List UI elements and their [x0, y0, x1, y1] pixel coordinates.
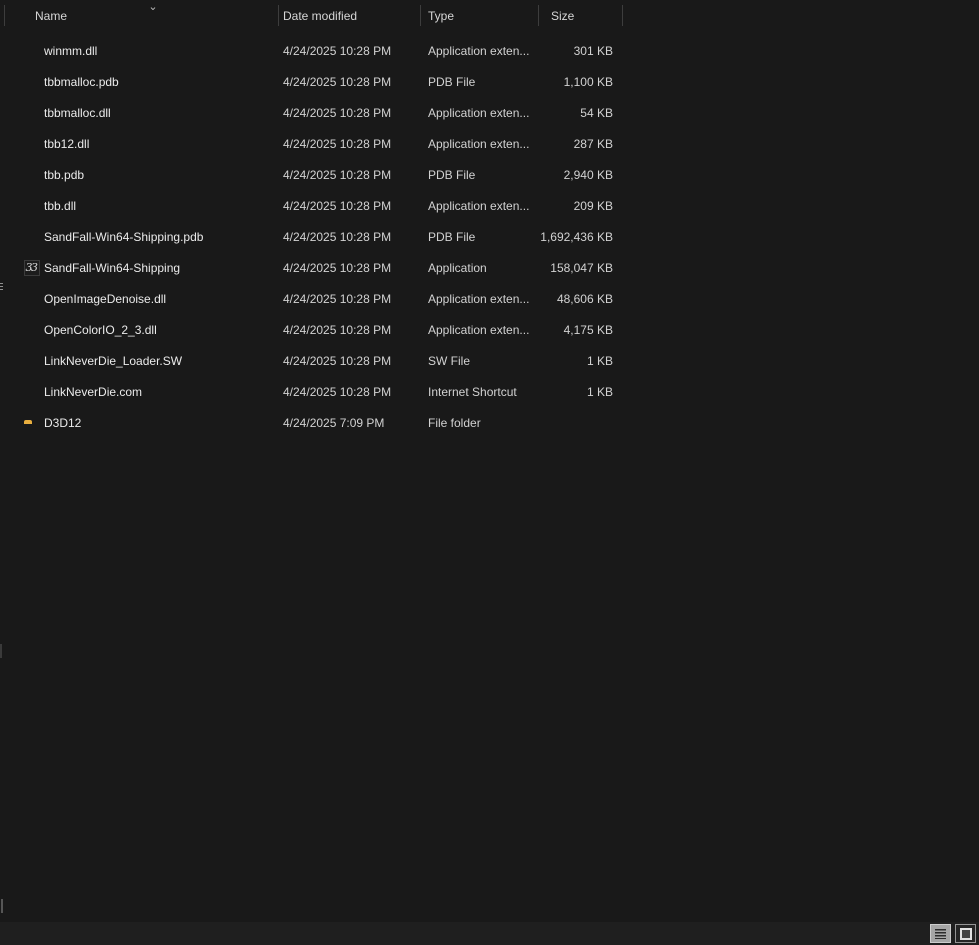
file-size: 1,692,436 KB	[538, 221, 613, 252]
file-type: File folder	[428, 407, 481, 438]
file-size: 48,606 KB	[538, 283, 613, 314]
file-date: 4/24/2025 10:28 PM	[283, 190, 391, 221]
column-header-size[interactable]: Size	[551, 0, 574, 31]
file-row[interactable]: OpenColorIO_2_3.dll 4/24/2025 10:28 PM App…	[0, 314, 979, 345]
file-name: SandFall-Win64-Shipping.pdb	[44, 221, 203, 252]
details-view-icon	[935, 929, 946, 939]
file-type: Application exten...	[428, 35, 529, 66]
file-type: Internet Shortcut	[428, 376, 517, 407]
file-row[interactable]: SandFall-Win64-Shipping.pdb 4/24/2025 10:…	[0, 221, 979, 252]
file-type: Application exten...	[428, 97, 529, 128]
file-type: PDB File	[428, 159, 475, 190]
file-name: tbbmalloc.pdb	[44, 66, 119, 97]
application-33-icon	[24, 260, 40, 276]
file-name: tbb12.dll	[44, 128, 89, 159]
file-type: Application	[428, 252, 487, 283]
file-date: 4/24/2025 10:28 PM	[283, 35, 391, 66]
edge-artifact	[1, 899, 3, 913]
file-name: LinkNeverDie.com	[44, 376, 142, 407]
file-size: 1,100 KB	[538, 66, 613, 97]
file-row[interactable]: tbbmalloc.dll 4/24/2025 10:28 PM Applicati…	[0, 97, 979, 128]
edge-artifact	[0, 283, 3, 292]
file-size: 209 KB	[538, 190, 613, 221]
file-type: Application exten...	[428, 190, 529, 221]
file-row[interactable]: tbb.pdb 4/24/2025 10:28 PM PDB File 2,940 K…	[0, 159, 979, 190]
file-row[interactable]: LinkNeverDie_Loader.SW 4/24/2025 10:28 PM…	[0, 345, 979, 376]
file-size	[538, 407, 613, 438]
file-type: PDB File	[428, 66, 475, 97]
file-date: 4/24/2025 10:28 PM	[283, 252, 391, 283]
file-date: 4/24/2025 10:28 PM	[283, 345, 391, 376]
status-bar	[0, 922, 979, 945]
file-date: 4/24/2025 10:28 PM	[283, 376, 391, 407]
column-resize-handle[interactable]	[622, 5, 623, 26]
file-size: 1 KB	[538, 345, 613, 376]
file-row[interactable]: SandFall-Win64-Shipping 4/24/2025 10:28 P…	[0, 252, 979, 283]
column-resize-handle[interactable]	[420, 5, 421, 26]
file-type: Application exten...	[428, 314, 529, 345]
file-size: 1 KB	[538, 376, 613, 407]
file-name: OpenColorIO_2_3.dll	[44, 314, 157, 345]
column-header-type[interactable]: Type	[428, 0, 454, 31]
column-resize-handle[interactable]	[4, 5, 5, 26]
file-date: 4/24/2025 10:28 PM	[283, 128, 391, 159]
file-date: 4/24/2025 7:09 PM	[283, 407, 384, 438]
column-resize-handle[interactable]	[538, 5, 539, 26]
column-resize-handle[interactable]	[278, 5, 279, 26]
file-type: Application exten...	[428, 283, 529, 314]
file-type: PDB File	[428, 221, 475, 252]
file-date: 4/24/2025 10:28 PM	[283, 283, 391, 314]
file-row[interactable]: D3D12 4/24/2025 7:09 PM File folder	[0, 407, 979, 438]
file-row[interactable]: tbb.dll 4/24/2025 10:28 PM Application ext…	[0, 190, 979, 221]
file-date: 4/24/2025 10:28 PM	[283, 159, 391, 190]
file-name: LinkNeverDie_Loader.SW	[44, 345, 182, 376]
file-size: 2,940 KB	[538, 159, 613, 190]
file-row[interactable]: tbb12.dll 4/24/2025 10:28 PM Application e…	[0, 128, 979, 159]
column-header-date-modified[interactable]: Date modified	[283, 0, 357, 31]
file-date: 4/24/2025 10:28 PM	[283, 314, 391, 345]
file-size: 158,047 KB	[538, 252, 613, 283]
file-row[interactable]: tbbmalloc.pdb 4/24/2025 10:28 PM PDB File 1…	[0, 66, 979, 97]
column-header: ⌄ Name Date modified Type Size	[0, 0, 979, 31]
file-name: SandFall-Win64-Shipping	[44, 252, 180, 283]
sort-descending-chevron-icon: ⌄	[146, 0, 160, 14]
file-size: 301 KB	[538, 35, 613, 66]
large-icons-view-icon	[960, 928, 972, 940]
file-name: tbb.dll	[44, 190, 76, 221]
file-date: 4/24/2025 10:28 PM	[283, 221, 391, 252]
file-size: 54 KB	[538, 97, 613, 128]
file-date: 4/24/2025 10:28 PM	[283, 66, 391, 97]
file-row[interactable]: OpenImageDenoise.dll 4/24/2025 10:28 PM Ap…	[0, 283, 979, 314]
file-name: tbb.pdb	[44, 159, 84, 190]
file-row[interactable]: LinkNeverDie.com 4/24/2025 10:28 PM Intern…	[0, 376, 979, 407]
file-size: 4,175 KB	[538, 314, 613, 345]
file-name: tbbmalloc.dll	[44, 97, 111, 128]
file-size: 287 KB	[538, 128, 613, 159]
file-type: SW File	[428, 345, 470, 376]
large-icons-view-button[interactable]	[955, 924, 976, 943]
file-type: Application exten...	[428, 128, 529, 159]
file-row[interactable]: winmm.dll 4/24/2025 10:28 PM Application e…	[0, 35, 979, 66]
column-header-name[interactable]: Name	[35, 0, 67, 31]
file-list: winmm.dll 4/24/2025 10:28 PM Application e…	[0, 35, 979, 438]
file-name: D3D12	[44, 407, 81, 438]
file-date: 4/24/2025 10:28 PM	[283, 97, 391, 128]
file-name: winmm.dll	[44, 35, 97, 66]
details-view-button[interactable]	[930, 924, 951, 943]
file-name: OpenImageDenoise.dll	[44, 283, 166, 314]
edge-artifact	[0, 644, 2, 658]
